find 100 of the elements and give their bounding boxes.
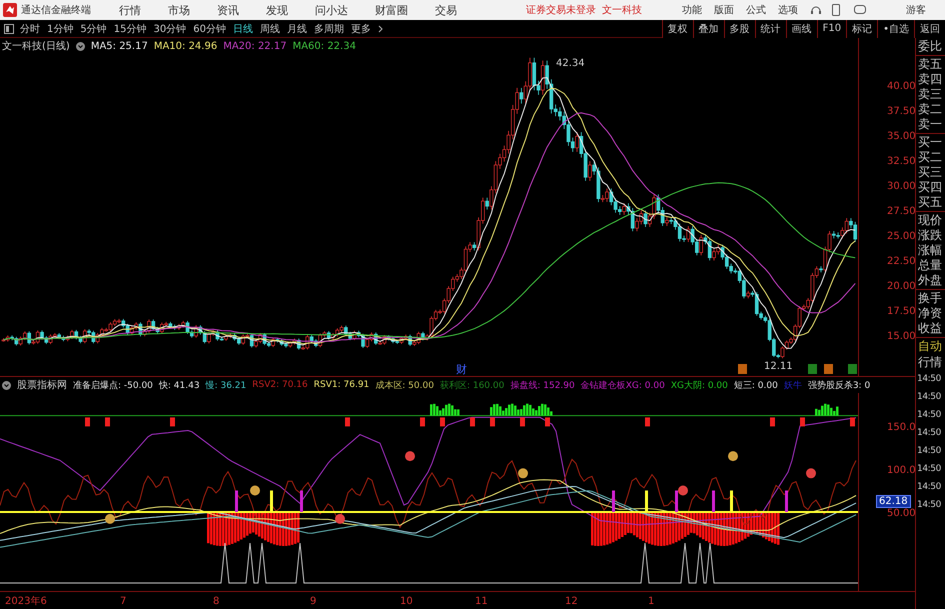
price-tick-label: 27.50 (887, 206, 915, 217)
price-tick-label: 32.50 (887, 156, 915, 167)
indicator-value: 金钻建仓板XG: 0.00 (580, 380, 665, 392)
period-tab[interactable]: 周线 (260, 22, 280, 36)
indicator-value: XG大阴: 0.00 (670, 380, 728, 392)
user-name[interactable]: 游客 (906, 3, 926, 17)
tool-menu-item[interactable]: 功能 (682, 3, 702, 17)
current-value-label: 62.18 (876, 494, 911, 508)
price-tick-label: 40.00 (887, 81, 915, 92)
chart-title: 文一科技(日线) (2, 40, 70, 53)
period-tab[interactable]: 5分钟 (80, 22, 107, 36)
indicator-value: 获利区: 160.00 (440, 380, 504, 392)
menu-item[interactable]: 问小达 (315, 2, 348, 18)
more-periods-tab[interactable]: 更多 (350, 22, 371, 36)
menu-item[interactable]: 交易 (435, 2, 457, 18)
chart-action-button[interactable]: 标记 (846, 20, 878, 38)
event-marker: 财 (456, 363, 467, 376)
period-tab[interactable]: 多周期 (314, 22, 344, 36)
quote-field-label: 买二 (918, 150, 943, 165)
period-tab[interactable]: 月线 (286, 22, 307, 36)
quote-field-label: 卖二 (918, 102, 943, 117)
indicator-tick-label: 100.0 (887, 465, 915, 476)
login-notice[interactable]: 证券交易未登录 (526, 3, 596, 17)
quote-field-label: 委比 (918, 39, 943, 54)
period-tab[interactable]: 1分钟 (47, 22, 74, 36)
quote-field-label: 买四 (918, 180, 943, 195)
indicator-value: 短三: 0.00 (734, 380, 778, 392)
tool-menu-item[interactable]: 版面 (714, 3, 734, 17)
price-tick-label: 20.00 (887, 281, 915, 292)
menu-item[interactable]: 发现 (266, 2, 288, 18)
indicator-value: 准备启爆点: -50.00 (73, 380, 153, 392)
indicator-value: 操盘线: 152.90 (510, 380, 575, 392)
quote-field-label: 卖五 (918, 57, 943, 72)
menu-item[interactable]: 资讯 (217, 2, 239, 18)
quote-field-label: 卖四 (918, 72, 943, 87)
date-tick-label: 10 (400, 596, 413, 607)
high-price-label: 42.34 (556, 58, 585, 69)
price-tick-label: 25.00 (887, 231, 915, 242)
indicator-tick-label: 150.0 (887, 422, 915, 433)
moving-average-value: MA20: 22.17 (223, 40, 287, 52)
quote-field-label: 卖一 (918, 117, 943, 132)
period-tab[interactable]: 60分钟 (193, 22, 226, 36)
indicator-value: 成本区: 50.00 (375, 380, 434, 392)
price-tick-label: 35.00 (887, 131, 915, 142)
mode-label[interactable]: 行情 (916, 354, 945, 370)
chart-action-button[interactable]: 返回 (914, 20, 945, 38)
quote-field-label: 卖三 (918, 87, 943, 102)
trade-time: 14:50 (916, 445, 942, 458)
date-tick-label: 2023年6 (5, 596, 47, 607)
quote-field-label: 净资 (918, 306, 943, 321)
period-tab[interactable]: 日线 (232, 22, 253, 36)
trade-time: 14:50 (916, 463, 942, 476)
quote-field-label: 换手 (918, 291, 943, 306)
quote-field-label: 外盘 (918, 273, 943, 288)
chart-action-button[interactable]: 叠加 (692, 20, 724, 38)
quote-field-label: 买一 (918, 135, 943, 150)
price-tick-label: 17.50 (887, 306, 915, 317)
app-name: 通达信金融终端 (21, 4, 91, 17)
date-tick-label: 8 (213, 596, 220, 607)
period-tab[interactable]: 15分钟 (114, 22, 146, 36)
price-tick-label: 37.50 (887, 106, 915, 117)
date-tick-label: 12 (565, 596, 578, 607)
chart-action-button[interactable]: 画线 (786, 20, 817, 38)
quote-field-label: 涨跌 (918, 228, 943, 243)
indicator-value: 强势股反杀3: 0 (808, 380, 870, 392)
trade-time: 14:50 (916, 481, 942, 494)
indicator-tick-label: 50.00 (887, 508, 915, 519)
chart-action-button[interactable]: 复权 (662, 20, 693, 38)
trade-time: 14:50 (916, 409, 942, 422)
period-tab[interactable]: 分时 (20, 22, 40, 36)
quote-field-label: 总量 (918, 258, 943, 273)
moving-average-value: MA10: 24.96 (154, 40, 218, 52)
chart-action-button[interactable]: 多股 (724, 20, 755, 38)
price-tick-label: 30.00 (887, 181, 915, 192)
quote-field-label: 买五 (918, 195, 943, 210)
chart-action-button[interactable]: F10 (816, 20, 846, 38)
indicator-value: RSV2: 70.16 (252, 380, 308, 390)
chart-action-button[interactable]: 统计 (754, 20, 786, 38)
moving-average-value: MA60: 22.34 (292, 40, 356, 52)
moving-average-value: MA5: 25.17 (90, 40, 148, 52)
trade-time: 14:50 (916, 427, 942, 440)
date-tick-label: 7 (120, 596, 126, 607)
trade-time: 14:50 (916, 499, 942, 512)
stock-name-link[interactable]: 文一科技 (602, 3, 642, 17)
tool-menu-item[interactable]: 公式 (746, 3, 766, 17)
date-tick-label: 11 (475, 596, 488, 607)
quote-field-label: 收益 (918, 321, 943, 336)
tool-menu-item[interactable]: 选项 (778, 3, 798, 17)
quote-field-label: 买三 (918, 165, 943, 180)
menu-item[interactable]: 市场 (168, 2, 190, 18)
menu-item[interactable]: 行情 (119, 2, 141, 18)
date-tick-label: 9 (310, 596, 316, 607)
indicator-name: 股票指标网 (17, 378, 67, 392)
period-tab[interactable]: 30分钟 (153, 22, 186, 36)
chart-action-button[interactable]: •自选 (877, 20, 914, 38)
trade-time: 14:50 (916, 391, 942, 404)
menu-item[interactable]: 财富圈 (375, 2, 408, 18)
date-tick-label: 1 (648, 596, 654, 607)
mode-label[interactable]: 自动 (916, 338, 945, 354)
indicator-value: 慢: 36.21 (206, 380, 246, 392)
